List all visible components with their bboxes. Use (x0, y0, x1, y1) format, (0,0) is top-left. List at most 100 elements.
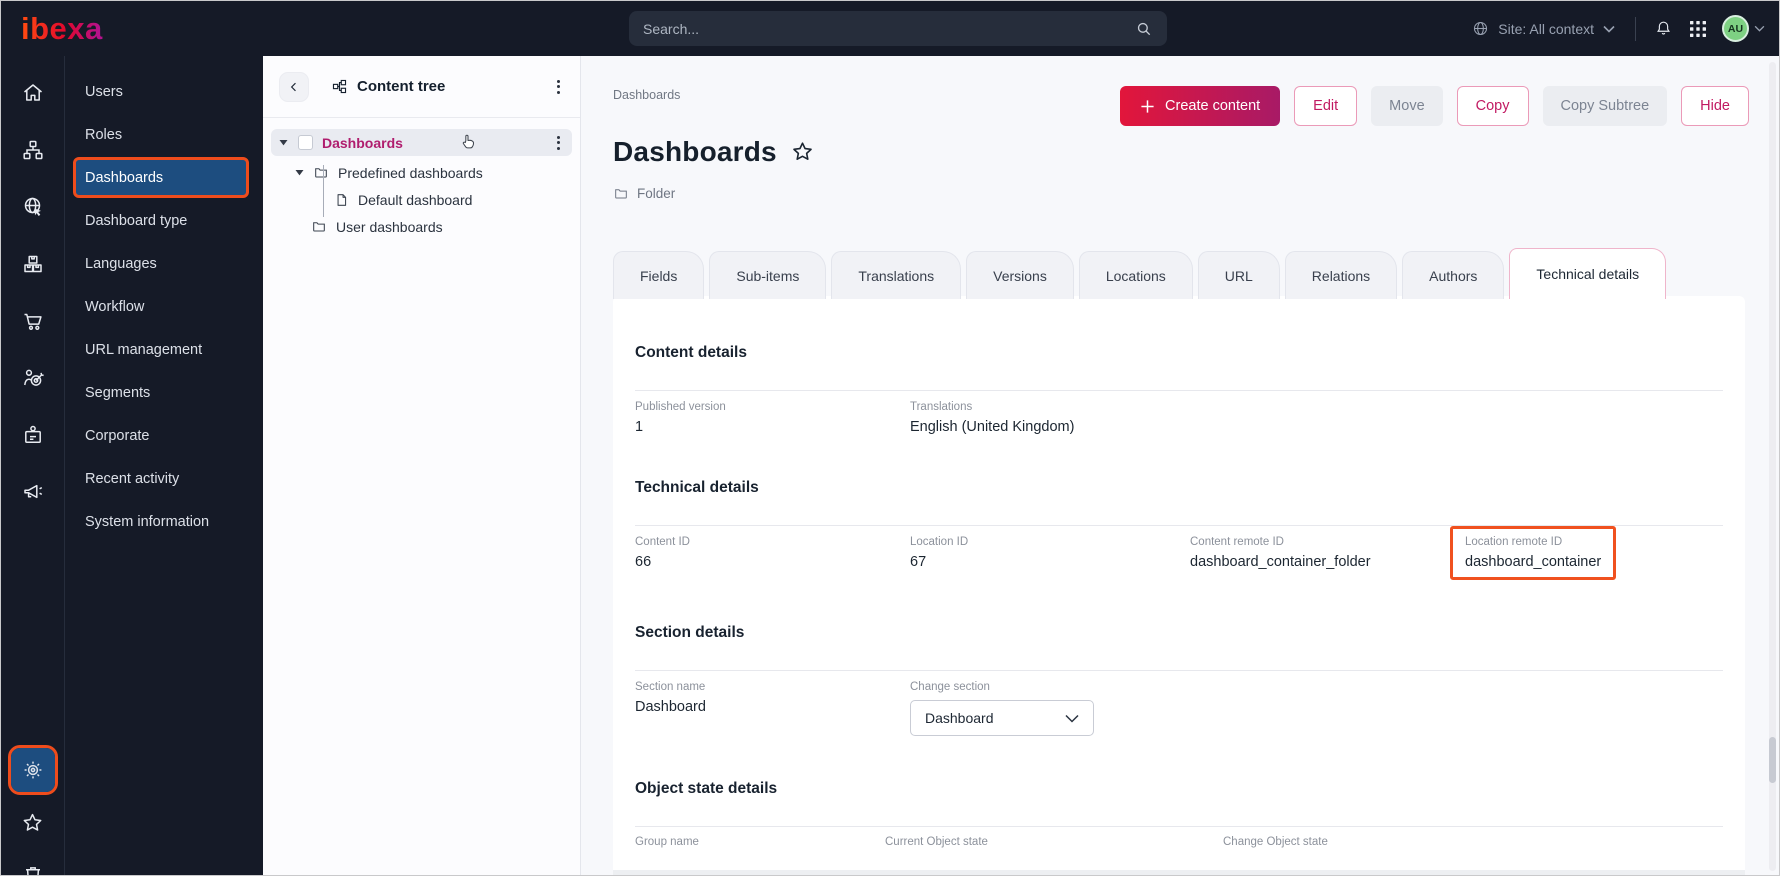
chevron-down-icon (1603, 25, 1615, 33)
technical-details-heading: Technical details (635, 479, 1723, 497)
mouse-hand-cursor-icon (459, 133, 477, 152)
notifications-bell-icon[interactable] (1654, 19, 1673, 38)
scrollbar-thumb[interactable] (1769, 737, 1776, 783)
tree-node-label: Predefined dashboards (338, 165, 483, 181)
field-location-id: Location ID 67 (910, 536, 1190, 580)
folder-icon (311, 219, 327, 234)
edit-button[interactable]: Edit (1294, 86, 1357, 126)
settings-gear-icon[interactable] (11, 748, 55, 792)
products-boxes-icon[interactable] (1, 235, 64, 292)
field-change-section: Change section Dashboard (910, 681, 1190, 736)
bookmark-star-icon[interactable] (790, 140, 815, 164)
plus-icon (1140, 99, 1155, 114)
sidebar-item-users[interactable]: Users (65, 70, 263, 113)
settings-highlight-box (8, 745, 58, 795)
field-content-remote-id: Content remote ID dashboard_container_fo… (1190, 536, 1465, 580)
copy-subtree-button[interactable]: Copy Subtree (1543, 86, 1668, 126)
bookmarks-star-icon[interactable] (20, 811, 45, 835)
user-menu-chevron-icon[interactable] (1754, 25, 1765, 32)
action-buttons: Create content Edit Move Copy Copy Subtr… (1120, 86, 1749, 126)
sidebar-item-roles[interactable]: Roles (65, 113, 263, 156)
admin-badge-icon[interactable] (1, 406, 64, 463)
ibexa-logo[interactable]: ibexa (21, 13, 103, 44)
tree-node-user-dashboards[interactable]: User dashboards (311, 213, 572, 240)
folder-icon (613, 186, 629, 201)
tree-node-predefined-dashboards[interactable]: Predefined dashboards (295, 159, 572, 186)
tab-url[interactable]: URL (1198, 251, 1280, 299)
search-icon[interactable] (1135, 20, 1153, 38)
tab-translations[interactable]: Translations (831, 251, 961, 299)
sidebar-item-languages[interactable]: Languages (65, 242, 263, 285)
move-button[interactable]: Move (1371, 86, 1442, 126)
tab-fields[interactable]: Fields (613, 251, 704, 299)
content-type-row: Folder (613, 186, 675, 201)
commerce-cart-icon[interactable] (1, 292, 64, 349)
topbar-divider (1635, 17, 1636, 41)
site-globe-icon[interactable] (1, 178, 64, 235)
home-icon[interactable] (1, 64, 64, 121)
tab-technical-details[interactable]: Technical details (1509, 248, 1666, 299)
breadcrumb[interactable]: Dashboards (613, 88, 680, 102)
collapse-tree-button[interactable] (279, 72, 309, 102)
site-context-label: Site: All context (1498, 21, 1594, 37)
tree-options-kebab-icon[interactable] (553, 76, 564, 98)
tab-relations[interactable]: Relations (1285, 251, 1397, 299)
section-divider (635, 390, 1723, 391)
sidebar-item-system-information[interactable]: System information (65, 500, 263, 543)
trash-icon[interactable] (21, 863, 45, 875)
content-type-label: Folder (637, 186, 675, 201)
content-details-fields: Published version 1 Translations English… (635, 401, 1723, 435)
clipped-table-row (613, 870, 1745, 875)
create-content-button[interactable]: Create content (1120, 86, 1280, 126)
avatar-initials: AU (1728, 23, 1743, 35)
content-tree-body: Dashboards (263, 118, 580, 875)
tree-node-checkbox[interactable] (298, 135, 313, 150)
page-title-row: Dashboards (613, 136, 815, 168)
tree-node-default-dashboard[interactable]: Default dashboard (334, 186, 572, 213)
marketing-megaphone-icon[interactable] (1, 463, 64, 520)
sidebar-item-dashboards[interactable]: Dashboards (73, 157, 249, 198)
section-details-heading: Section details (635, 624, 1723, 642)
technical-details-fields: Content ID 66 Location ID 67 Content rem… (635, 536, 1723, 580)
tree-node-label: User dashboards (336, 219, 443, 235)
tab-authors[interactable]: Authors (1402, 251, 1504, 299)
sidebar-item-dashboard-type[interactable]: Dashboard type (65, 199, 263, 242)
object-state-table-header: Group name Current Object state Change O… (635, 836, 1723, 848)
hide-button[interactable]: Hide (1681, 86, 1749, 126)
field-published-version: Published version 1 (635, 401, 910, 435)
tab-versions[interactable]: Versions (966, 251, 1074, 299)
object-state-details-heading: Object state details (635, 780, 1723, 798)
column-group-name: Group name (635, 836, 885, 848)
change-section-dropdown[interactable]: Dashboard (910, 700, 1094, 736)
field-content-id: Content ID 66 (635, 536, 910, 580)
section-details-fields: Section name Dashboard Change section Da… (635, 681, 1723, 736)
sidebar-item-url-management[interactable]: URL management (65, 328, 263, 371)
field-section-name: Section name Dashboard (635, 681, 910, 736)
tab-locations[interactable]: Locations (1079, 251, 1193, 299)
sidebar-item-recent-activity[interactable]: Recent activity (65, 457, 263, 500)
content-tree-icon (331, 78, 348, 95)
content-structure-icon[interactable] (1, 121, 64, 178)
tree-node-label: Default dashboard (358, 192, 472, 208)
copy-button[interactable]: Copy (1457, 86, 1529, 126)
tree-node-kebab-icon[interactable] (553, 132, 564, 154)
field-translations: Translations English (United Kingdom) (910, 401, 1190, 435)
tree-node-dashboards[interactable]: Dashboards (271, 129, 572, 156)
tree-node-label: Dashboards (322, 135, 403, 151)
avatar[interactable]: AU (1722, 15, 1749, 42)
search-input[interactable] (643, 21, 1135, 37)
vertical-scrollbar[interactable] (1769, 62, 1776, 871)
app-grid-icon[interactable] (1689, 20, 1707, 38)
page-title: Dashboards (613, 136, 777, 168)
sidebar-item-workflow[interactable]: Workflow (65, 285, 263, 328)
caret-down-icon[interactable] (279, 139, 288, 146)
site-context-switcher[interactable]: Site: All context (1472, 20, 1615, 37)
caret-down-icon[interactable] (295, 169, 304, 176)
global-search[interactable] (629, 11, 1167, 46)
sidebar-item-segments[interactable]: Segments (65, 371, 263, 414)
personalization-target-icon[interactable] (1, 349, 64, 406)
sidebar-item-corporate[interactable]: Corporate (65, 414, 263, 457)
section-divider (635, 670, 1723, 671)
document-icon (334, 192, 349, 208)
tab-sub-items[interactable]: Sub-items (709, 251, 826, 299)
